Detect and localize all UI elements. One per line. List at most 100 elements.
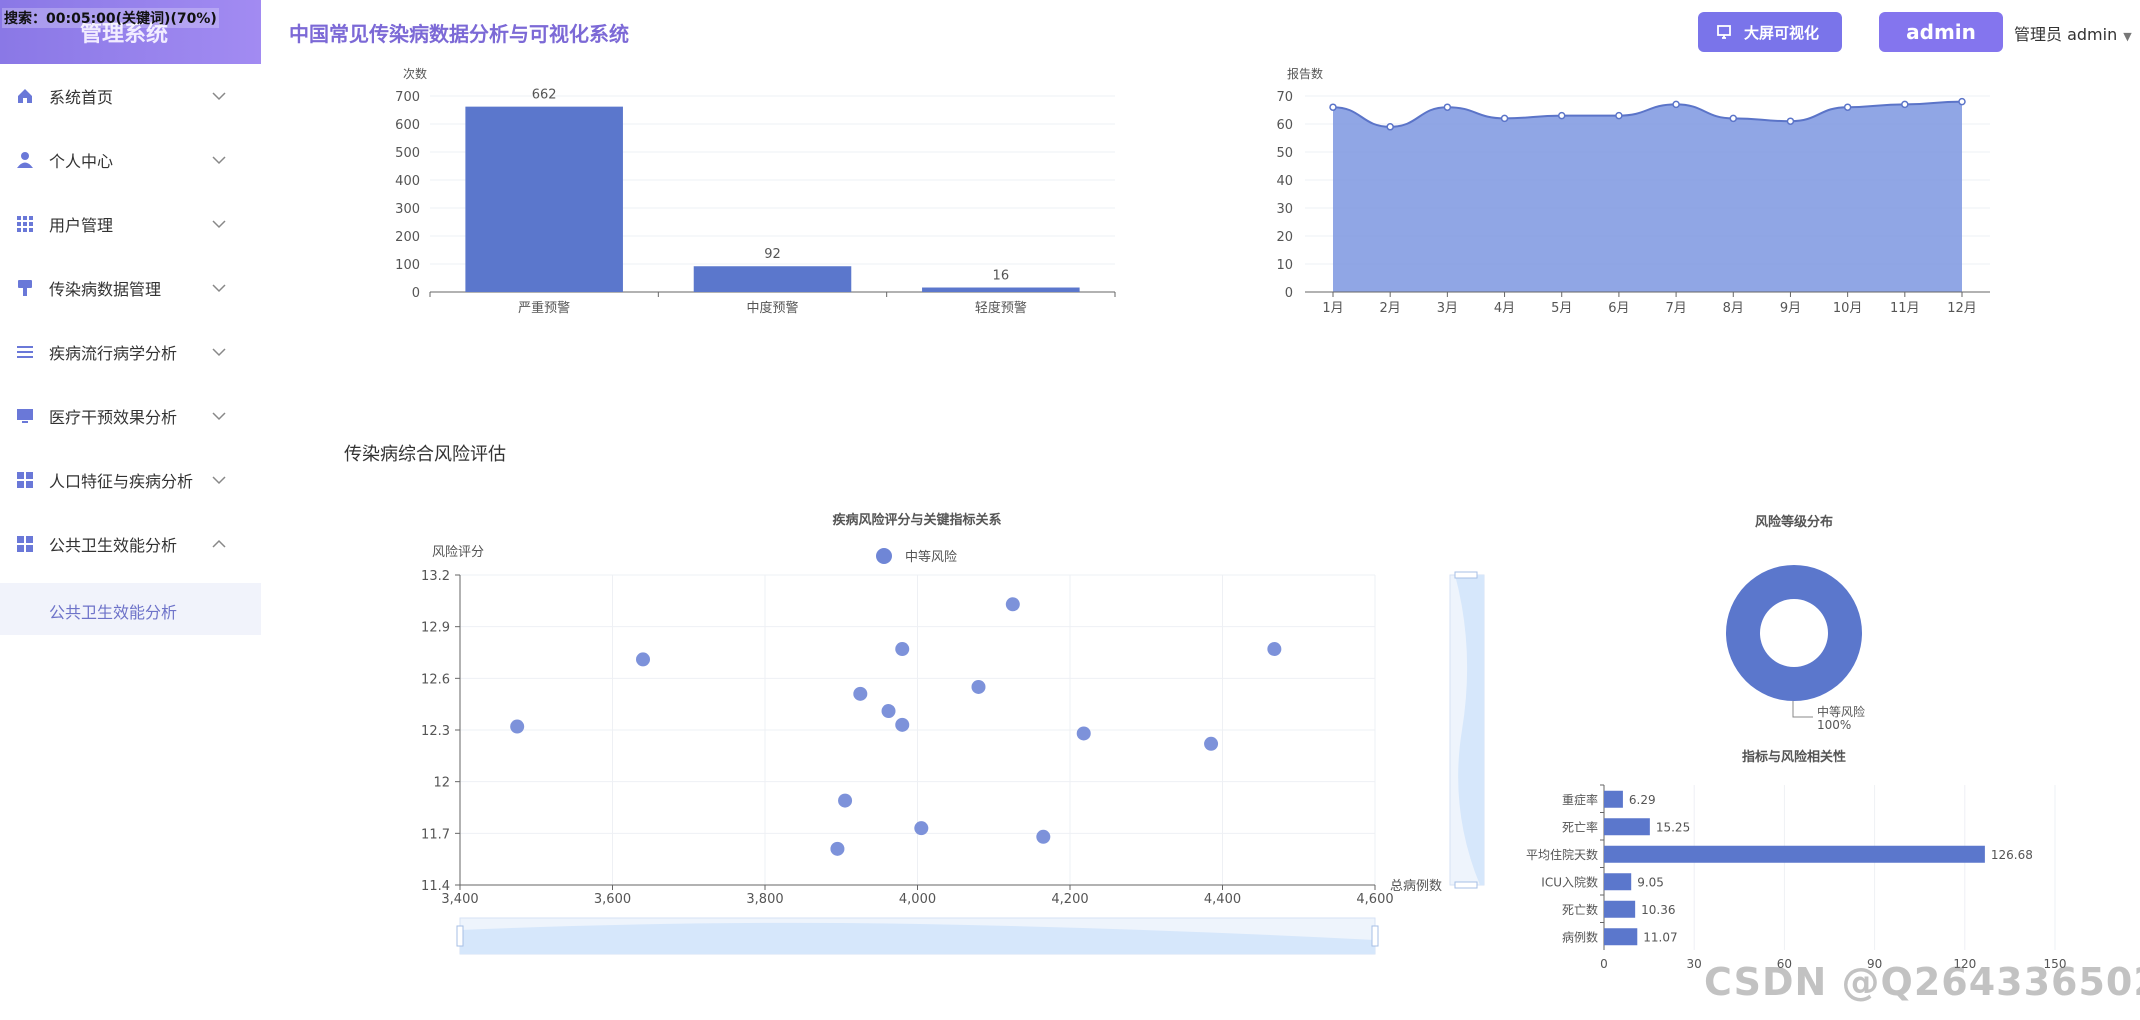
y-datazoom-slider[interactable] [1449,571,1485,889]
y-tick-label: ICU入院数 [1541,874,1598,889]
grid-icon [17,216,33,232]
data-point [1958,97,1966,106]
bigscreen-button[interactable]: 大屏可视化 [1698,12,1842,52]
data-point [1729,114,1738,123]
scatter-point [636,652,650,667]
data-point [1615,111,1623,120]
sidebar-item-7[interactable]: 人口特征与疾病分析 [0,448,261,512]
y-tick-label: 死亡率 [1562,819,1598,834]
chevron-down-icon [212,348,226,357]
home-icon [18,89,32,103]
scatter-point [914,821,929,836]
apps-icon [17,536,33,552]
bar [693,266,852,292]
chart-title: 疾病风险评分与关键指标关系 [832,512,1001,528]
legend-marker[interactable] [876,548,892,564]
monitor-icon [1717,25,1731,39]
scatter-point [510,719,525,734]
x-tick-label: 4,600 [1356,892,1393,907]
sidebar-item-label: 个人中心 [49,152,114,171]
y-tick-label: 400 [395,174,420,189]
indicator-correlation-chart: 指标与风险相关性0 30 60 90 120 150重症率 6.29死亡率 15.25平均住院… [1526,749,2066,970]
y-tick-label: 11.7 [421,827,450,842]
x-tick-label: 30 [1687,957,1702,970]
pie-slice-name: 中等风险 [1817,704,1865,719]
sidebar-item-2[interactable]: 个人中心 [0,128,261,192]
x-tick-label: 3月 [1437,301,1458,316]
bar [922,287,1080,292]
sidebar-item-label: 用户管理 [49,216,114,235]
chart-title: 指标与风险相关性 [1742,749,1846,765]
pie-slice[interactable] [1726,565,1862,701]
sidebar-item-3[interactable]: 用户管理 [0,192,261,256]
y-tick-label: 70 [1276,90,1293,105]
x-tick-label: 6月 [1608,301,1629,316]
sidebar-item-6[interactable]: 医疗干预效果分析 [0,384,261,448]
data-point [1329,103,1337,111]
user-menu[interactable]: 管理员 admin ▼ [2014,21,2132,45]
caret-down-icon: ▼ [2123,30,2132,43]
sidebar-item-label: 公共卫生效能分析 [49,536,178,555]
y-zoom-handle-bottom[interactable] [1454,881,1478,889]
x-tick-label: 3,800 [746,892,783,907]
admin-button[interactable]: admin [1879,12,2003,52]
bar [1604,928,1638,946]
brush-icon [18,280,32,296]
scatter-point [895,717,910,732]
chevron-down-icon [212,412,226,421]
y-tick-label: 12.9 [421,621,450,636]
bar-value-label: 662 [532,88,557,103]
scatter-point [1204,736,1219,751]
user-icon [17,152,33,168]
sidebar-subitem-public-health[interactable]: 公共卫生效能分析 [0,583,261,635]
monitor-icon [17,409,33,423]
x-tick-label: 7月 [1665,301,1686,316]
chart-title: 风险等级分布 [1755,514,1833,530]
bar-value-label: 6.29 [1629,793,1656,807]
overlay-text: 搜索：00:05:00(关键词)(70%) [2,8,219,28]
sidebar-item-label: 人口特征与疾病分析 [49,472,194,491]
brand-header: 管理系统 搜索：00:05:00(关键词)(70%) [0,0,261,64]
pie-label-line [1792,701,1813,718]
y-tick-label: 12 [433,776,450,791]
sidebar-item-8[interactable]: 公共卫生效能分析 [0,512,261,576]
x-zoom-handle-left[interactable] [456,925,464,947]
scatter-point [1036,829,1051,844]
y-zoom-handle-top[interactable] [1454,571,1478,579]
sidebar-item-label: 医疗干预效果分析 [49,408,178,427]
chevron-up-icon [212,539,226,548]
bar-value-label: 92 [764,247,781,262]
x-tick-label: 4,400 [1204,892,1241,907]
x-tick-label: 4,000 [899,892,936,907]
y-tick-label: 10 [1276,258,1293,273]
bar-value-label: 126.68 [1991,848,2033,862]
x-datazoom-slider[interactable] [456,917,1379,955]
x-zoom-handle-right[interactable] [1371,925,1379,947]
sidebar-item-4[interactable]: 传染病数据管理 [0,256,261,320]
scatter-point [830,841,845,856]
legend-label: 中等风险 [905,549,957,565]
y-tick-label: 重症率 [1562,792,1598,807]
sidebar-item-1[interactable]: 系统首页 [0,64,261,128]
x-tick-label: 8月 [1723,301,1744,316]
scatter-point [895,642,910,657]
bar [1604,845,1985,863]
bar [1604,818,1650,836]
sidebar-item-label: 系统首页 [49,88,114,107]
x-tick-label: 1月 [1322,301,1343,316]
bar [465,106,623,292]
y-axis-label: 次数 [403,66,427,81]
sidebar-item-5[interactable]: 疾病流行病学分析 [0,320,261,384]
y-tick-label: 600 [395,118,420,133]
chevron-down-icon [212,220,226,229]
data-point [1443,103,1452,111]
y-tick-label: 300 [395,202,420,217]
apps-icon [17,472,33,488]
scatter-point [1076,726,1091,741]
app-title: 中国常见传染病数据分析与可视化系统 [289,22,629,46]
y-tick-label: 0 [412,286,420,301]
bar-value-label: 11.07 [1643,930,1677,944]
y-tick-label: 0 [1285,286,1293,301]
bigscreen-label: 大屏可视化 [1744,24,1820,42]
bar-value-label: 16 [993,269,1010,284]
